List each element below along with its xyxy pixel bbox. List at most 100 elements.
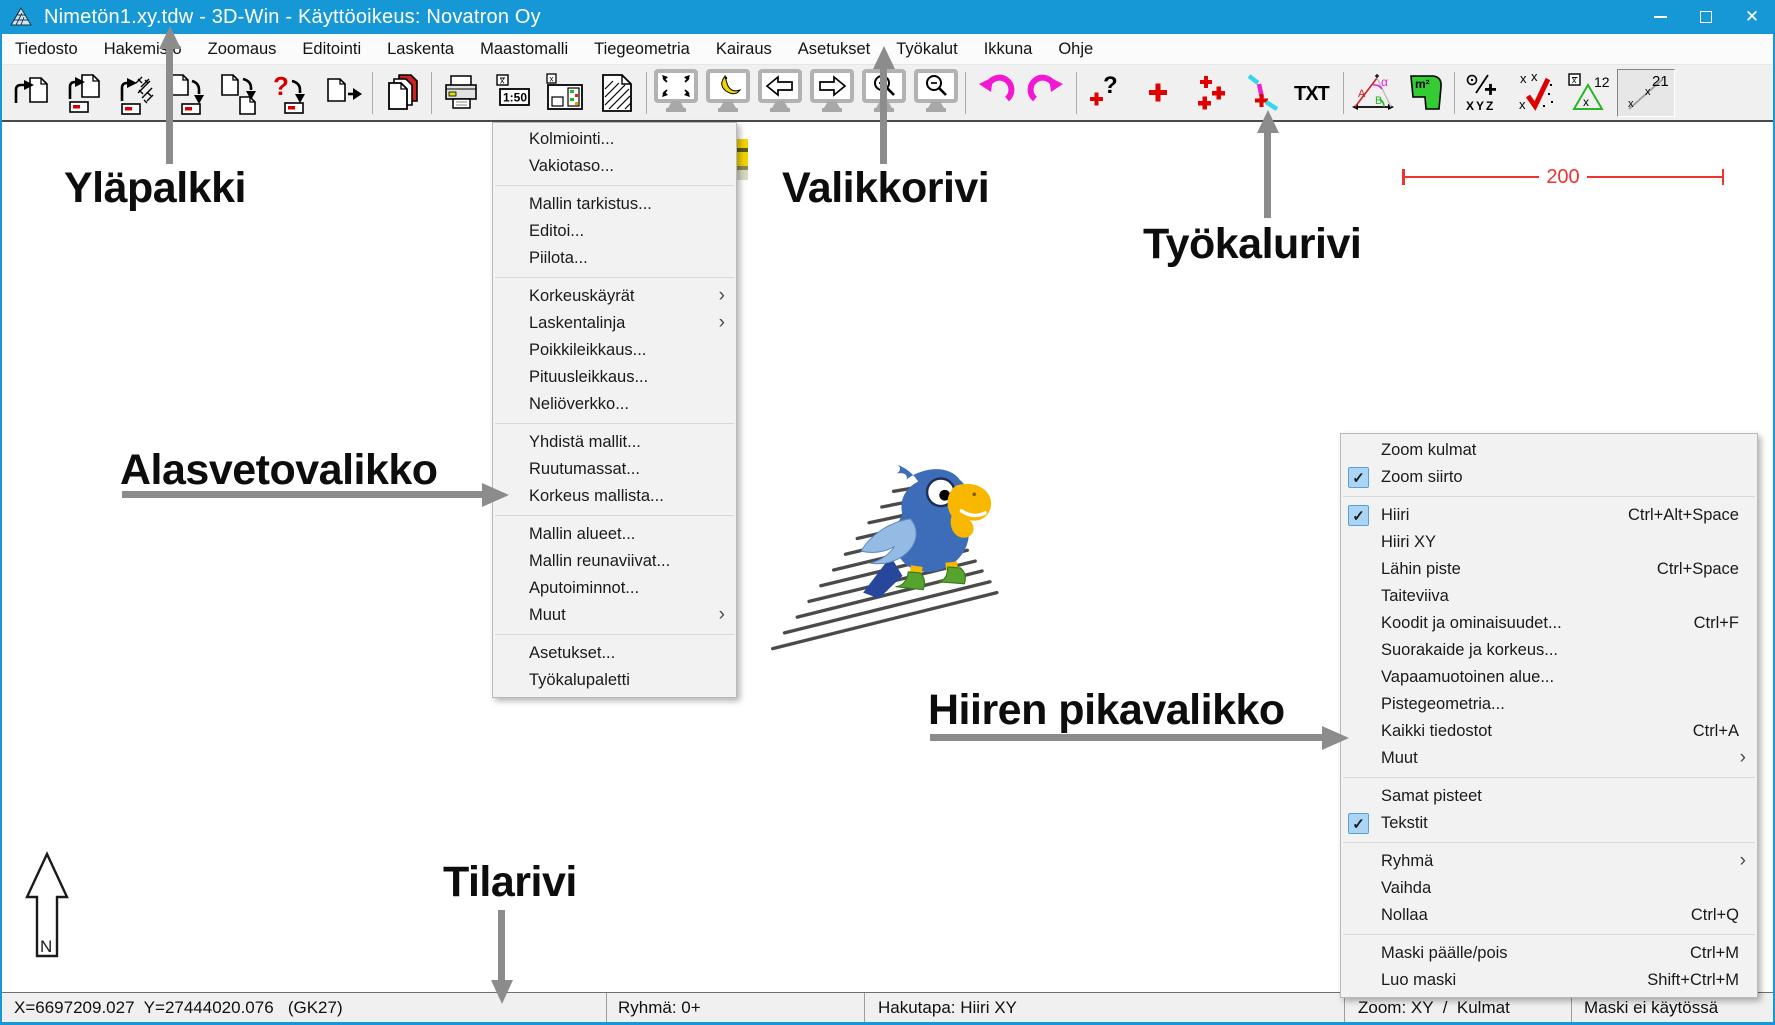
add-points-button[interactable] <box>1187 69 1233 117</box>
menu-item-ruutumassat[interactable]: Ruutumassat... <box>493 456 736 483</box>
ctx-item-lahin-piste[interactable]: Lähin pisteCtrl+Space <box>1341 556 1757 583</box>
menu-ikkuna[interactable]: Ikkuna <box>971 34 1046 64</box>
ctx-item-zoom-siirto[interactable]: ✓Zoom siirto <box>1341 464 1757 491</box>
area-glyph: m² <box>1415 77 1430 91</box>
zoom-out-button[interactable] <box>913 69 959 117</box>
ctx-item-vaihda[interactable]: Vaihda <box>1341 875 1757 902</box>
menu-item-nelioverkko[interactable]: Neliöverkko... <box>493 391 736 418</box>
ctx-item-hiiri-xy[interactable]: Hiiri XY <box>1341 529 1757 556</box>
menu-item-label: Taiteviiva <box>1381 587 1449 606</box>
hatch-document-button[interactable] <box>594 69 640 117</box>
menu-zoomaus[interactable]: Zoomaus <box>195 34 290 64</box>
pan-left-button[interactable] <box>757 69 803 117</box>
export-file-button[interactable] <box>320 69 366 117</box>
ctx-item-koodit[interactable]: Koodit ja ominaisuudet...Ctrl+F <box>1341 610 1757 637</box>
menu-item-kolmiointi[interactable]: Kolmiointi... <box>493 126 736 153</box>
print-button[interactable] <box>438 69 484 117</box>
add-text-button[interactable]: TXT <box>1291 69 1337 117</box>
menu-asetukset[interactable]: Asetukset <box>785 34 883 64</box>
menu-kairaus[interactable]: Kairaus <box>703 34 785 64</box>
ctx-item-muut[interactable]: Muut› <box>1341 745 1757 772</box>
menu-item-yhdista-mallit[interactable]: Yhdistä mallit... <box>493 429 736 456</box>
menu-laskenta[interactable]: Laskenta <box>374 34 467 64</box>
maximize-button[interactable] <box>1683 0 1729 34</box>
menu-editointi[interactable]: Editointi <box>289 34 374 64</box>
ctx-item-pistegeometria[interactable]: Pistegeometria... <box>1341 691 1757 718</box>
minimize-button[interactable] <box>1637 0 1683 34</box>
menu-item-mallin-reunaviivat[interactable]: Mallin reunaviivat... <box>493 548 736 575</box>
redo-button[interactable] <box>1024 69 1070 117</box>
ctx-item-taiteviiva[interactable]: Taiteviiva <box>1341 583 1757 610</box>
toolbar-separator <box>431 72 432 114</box>
ctx-item-vapaamuotoinen[interactable]: Vapaamuotoinen alue... <box>1341 664 1757 691</box>
menu-tiedosto[interactable]: Tiedosto <box>2 34 91 64</box>
menu-tiegeometria[interactable]: Tiegeometria <box>581 34 703 64</box>
ctx-item-samat-pisteet[interactable]: Samat pisteet <box>1341 783 1757 810</box>
screen-settings-button[interactable]: x <box>542 69 588 117</box>
ctx-item-maski-paalle-pois[interactable]: Maski päälle/poisCtrl+M <box>1341 940 1757 967</box>
angle-calculation-button[interactable]: A B α <box>1350 69 1396 117</box>
ctx-item-kaikki-tiedostot[interactable]: Kaikki tiedostotCtrl+A <box>1341 718 1757 745</box>
pan-right-button[interactable] <box>809 69 855 117</box>
menu-item-label: Ruutumassat... <box>529 460 640 479</box>
menu-item-poikkileikkaus[interactable]: Poikkileikkaus... <box>493 337 736 364</box>
submenu-arrow-icon: › <box>1740 850 1746 872</box>
coordinate-tools-button[interactable]: XYZ <box>1461 69 1507 117</box>
scale-bar-line <box>1405 176 1540 179</box>
save-file-as-button[interactable] <box>216 69 262 117</box>
menu-item-label: Kaikki tiedostot <box>1381 722 1492 741</box>
status-search-mode: Hakutapa: Hiiri XY <box>865 993 1345 1022</box>
pan-left-icon <box>757 69 803 117</box>
triangle-count-button[interactable]: x x 12 <box>1565 69 1611 117</box>
menu-maastomalli[interactable]: Maastomalli <box>467 34 581 64</box>
point-check-button[interactable]: x x x <box>1513 69 1559 117</box>
ctx-item-ryhma[interactable]: Ryhmä› <box>1341 848 1757 875</box>
ctx-item-hiiri[interactable]: ✓HiiriCtrl+Alt+Space <box>1341 502 1757 529</box>
menu-item-vakiotaso[interactable]: Vakiotaso... <box>493 153 736 180</box>
menu-item-asetukset[interactable]: Asetukset... <box>493 640 736 667</box>
zoom-previous-button[interactable] <box>705 69 751 117</box>
ctx-item-tekstit[interactable]: ✓Tekstit <box>1341 810 1757 837</box>
x-glyph: x <box>1628 98 1634 110</box>
menu-separator <box>1343 842 1755 843</box>
menu-item-korkeuskayrat[interactable]: Korkeuskäyrät› <box>493 283 736 310</box>
menu-item-laskentalinja[interactable]: Laskentalinja› <box>493 310 736 337</box>
area-calculation-button[interactable]: m² <box>1402 69 1448 117</box>
check-icon: ✓ <box>1348 467 1369 488</box>
undo-button[interactable] <box>972 69 1018 117</box>
close-button[interactable]: ✕ <box>1729 0 1775 34</box>
open-file-format-button[interactable] <box>60 69 106 117</box>
line-numbering-button[interactable]: x x 21 <box>1617 69 1675 117</box>
menu-item-label: Mallin tarkistus... <box>529 195 652 214</box>
menu-item-pituusleikkaus[interactable]: Pituusleikkaus... <box>493 364 736 391</box>
menu-item-mallin-tarkistus[interactable]: Mallin tarkistus... <box>493 191 736 218</box>
menu-item-aputoiminnot[interactable]: Aputoiminnot... <box>493 575 736 602</box>
open-model-button[interactable] <box>112 69 158 117</box>
save-query-button[interactable]: ? <box>268 69 314 117</box>
export-file-icon <box>322 71 364 115</box>
zoom-extents-button[interactable] <box>653 69 699 117</box>
menu-item-korkeus-mallista[interactable]: Korkeus mallista... <box>493 483 736 510</box>
menu-separator <box>495 423 734 424</box>
ctx-item-suorakaide[interactable]: Suorakaide ja korkeus... <box>1341 637 1757 664</box>
ctx-item-luo-maski[interactable]: Luo maskiShift+Ctrl+M <box>1341 967 1757 994</box>
ctx-item-zoom-kulmat[interactable]: Zoom kulmat <box>1341 437 1757 464</box>
question-glyph: ? <box>273 71 289 101</box>
menu-ohje[interactable]: Ohje <box>1045 34 1106 64</box>
x-glyph: x <box>1531 71 1538 84</box>
menu-item-piilota[interactable]: Piilota... <box>493 245 736 272</box>
menu-tyokalut[interactable]: Työkalut <box>883 34 970 64</box>
ctx-item-nollaa[interactable]: NollaaCtrl+Q <box>1341 902 1757 929</box>
open-file-button[interactable] <box>8 69 54 117</box>
add-point-button[interactable] <box>1135 69 1181 117</box>
file-list-button[interactable] <box>379 69 425 117</box>
drawing-scale-button[interactable]: x 1:50 <box>490 69 536 117</box>
menu-item-mallin-alueet[interactable]: Mallin alueet... <box>493 521 736 548</box>
point-info-button[interactable]: ? <box>1083 69 1129 117</box>
menu-item-tyokalupaletti[interactable]: Työkalupaletti <box>493 667 736 694</box>
menu-item-label: Yhdistä mallit... <box>529 433 641 452</box>
xbox-glyph: x <box>1572 75 1577 85</box>
menu-item-muut[interactable]: Muut› <box>493 602 736 629</box>
north-arrow: N <box>22 850 72 962</box>
menu-item-editoi[interactable]: Editoi... <box>493 218 736 245</box>
